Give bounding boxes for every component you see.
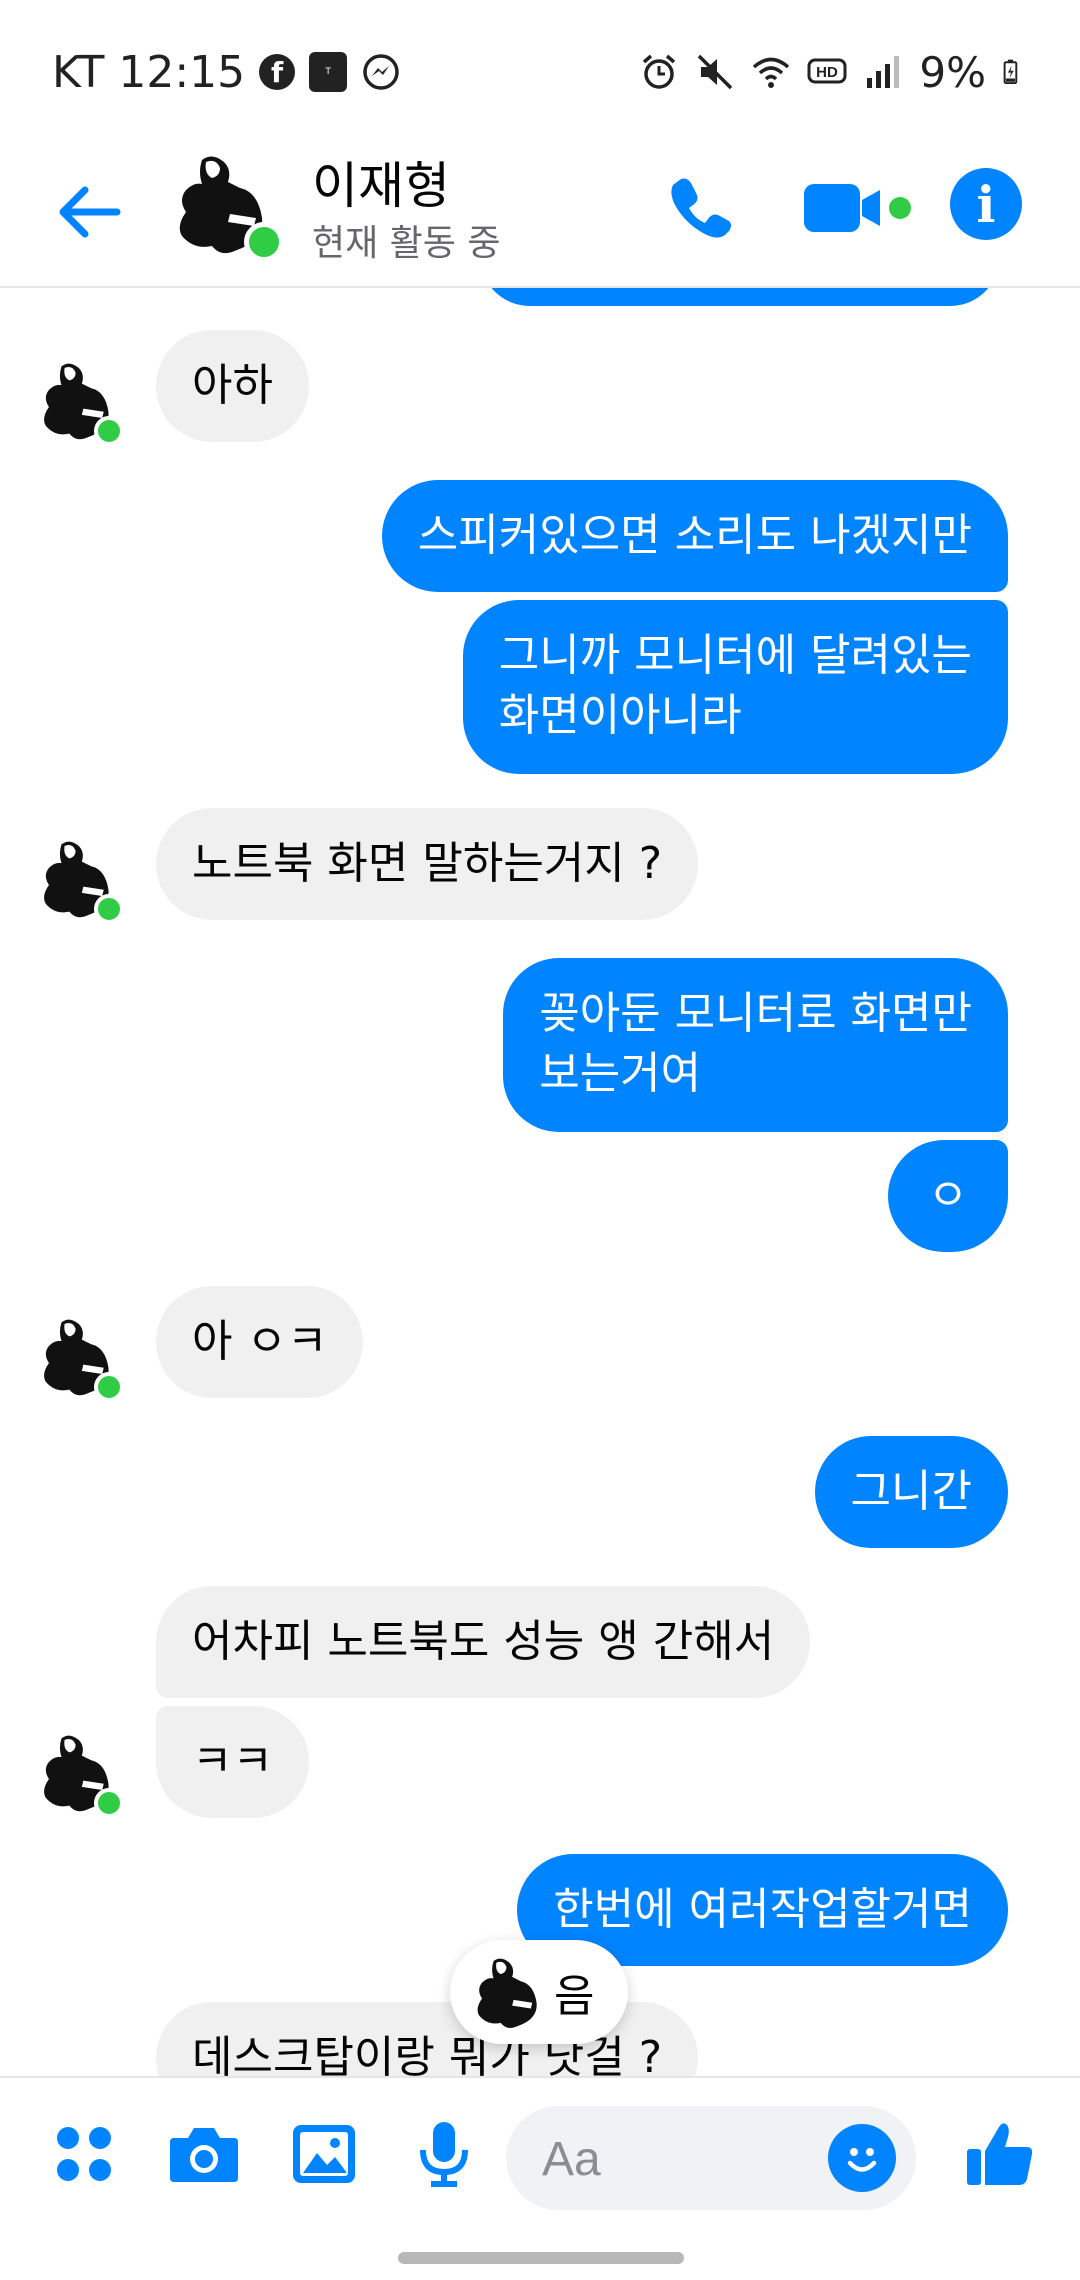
online-indicator <box>244 222 284 262</box>
info-button[interactable]: i <box>950 168 1022 240</box>
contact-name[interactable]: 이재형 <box>312 146 450 218</box>
voice-message-button[interactable] <box>406 2116 482 2192</box>
camera-button[interactable] <box>166 2116 242 2192</box>
online-indicator <box>94 416 124 446</box>
signal-icon <box>867 56 900 88</box>
message-bubble[interactable]: 아 ㅇㅋ <box>156 1286 364 1398</box>
info-icon: i <box>976 174 996 234</box>
voice-call-button[interactable] <box>660 168 740 248</box>
message-bubble-partial[interactable] <box>480 286 1000 306</box>
gallery-button[interactable] <box>286 2116 362 2192</box>
message-bubble[interactable]: ㅋㅋ <box>156 1706 309 1818</box>
thumbs-up-icon <box>967 2123 1033 2185</box>
gallery-icon <box>293 2125 355 2183</box>
message-bubble[interactable]: 그니까 모니터에 달려있는 화면이아니라 <box>462 600 1008 774</box>
composer-bar <box>0 2076 1080 2238</box>
phone-icon <box>671 178 731 238</box>
hd-icon: HD <box>807 58 847 84</box>
status-bar-right: HD 9% <box>639 40 1028 104</box>
active-status: 현재 활동 중 <box>312 223 501 264</box>
home-indicator[interactable] <box>398 2252 684 2264</box>
back-arrow-icon <box>59 186 121 238</box>
camera-icon <box>170 2128 238 2182</box>
online-indicator <box>94 894 124 924</box>
video-call-button[interactable] <box>800 168 920 248</box>
svg-text:HD: HD <box>817 64 839 81</box>
emoji-icon <box>847 2148 877 2172</box>
message-bubble[interactable]: 노트북 화면 말하는거지 ? <box>156 808 699 920</box>
online-indicator <box>94 1788 124 1818</box>
message-bubble[interactable]: 스피커있으면 소리도 나겠지만 <box>381 480 1008 592</box>
message-bubble[interactable]: 꽂아둔 모니터로 화면만 보는거여 <box>503 958 1008 1132</box>
message-bubble[interactable]: 그니간 <box>814 1436 1008 1548</box>
message-bubble[interactable]: ㅇ <box>888 1140 1008 1252</box>
online-indicator <box>94 1372 124 1402</box>
status-bar: KT 12:15 f T HD 9% <box>0 0 1080 140</box>
message-bubble[interactable]: 아하 <box>156 330 309 442</box>
emoji-button[interactable] <box>828 2124 896 2192</box>
typing-indicator[interactable]: 음 <box>450 1940 628 2044</box>
conversation-header: 이재형 현재 활동 중 i <box>0 140 1080 288</box>
alarm-icon <box>643 54 676 89</box>
message-list[interactable]: 아하 스피커있으면 소리도 나겠지만 그니까 모니터에 달려있는 화면이아니라 … <box>0 286 1080 2076</box>
microphone-icon <box>420 2122 468 2187</box>
battery-charging-icon <box>1003 59 1018 85</box>
like-button[interactable] <box>962 2116 1038 2192</box>
typing-text: 음 <box>554 1971 595 2022</box>
carrier-label: KT <box>52 46 105 98</box>
back-button[interactable] <box>48 172 128 252</box>
apps-icon <box>57 2127 111 2181</box>
battery-percent: 9% <box>919 47 986 97</box>
typing-avatar <box>472 1955 538 2029</box>
video-camera-icon <box>804 184 911 232</box>
wifi-icon <box>753 57 790 88</box>
clock: 12:15 <box>118 46 246 98</box>
facebook-icon: f <box>259 54 296 90</box>
message-bubble[interactable]: 어차피 노트북도 성능 앵 간해서 <box>156 1586 811 1698</box>
message-composer[interactable] <box>506 2106 916 2210</box>
status-bar-left: KT 12:15 f T <box>52 40 401 104</box>
messenger-icon <box>363 54 399 90</box>
mute-icon <box>698 54 733 90</box>
tmoney-icon: T <box>309 52 348 92</box>
apps-button[interactable] <box>46 2116 122 2192</box>
message-input[interactable] <box>540 2124 804 2194</box>
